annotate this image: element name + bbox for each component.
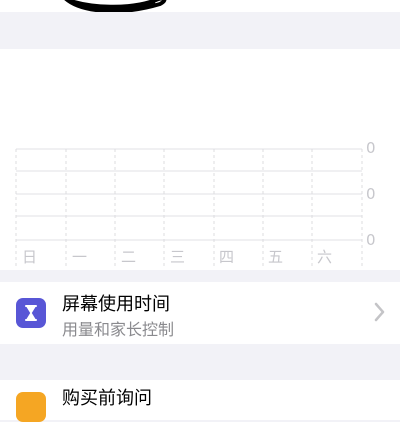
usage-chart-card: 0 0 0 日 一 二 三 四 五 六 <box>0 49 400 270</box>
ask-to-buy-row[interactable]: 购买前询问 <box>0 380 400 422</box>
screen-time-subtitle: 用量和家长控制 <box>62 320 175 339</box>
chart-x-label: 二 <box>121 248 136 266</box>
hourglass-icon <box>16 298 46 328</box>
chart-x-label: 日 <box>22 248 37 266</box>
section-gap <box>0 12 400 49</box>
chart-x-label: 六 <box>317 248 332 266</box>
chart-x-label: 五 <box>268 248 283 266</box>
cart-icon <box>16 392 46 422</box>
ask-to-buy-title: 购买前询问 <box>62 388 152 409</box>
chevron-right-icon <box>374 302 385 322</box>
avatar-scribble <box>64 0 167 12</box>
chart-x-label: 一 <box>72 248 87 266</box>
profile-card <box>0 0 400 12</box>
usage-chart: 0 0 0 日 一 二 三 四 五 六 <box>15 139 376 267</box>
section-gap <box>0 344 400 380</box>
section-gap <box>0 270 400 282</box>
chart-y-label: 0 <box>366 185 376 203</box>
screen-time-row[interactable]: 屏幕使用时间 用量和家长控制 <box>0 282 400 344</box>
chart-y-label: 0 <box>366 139 376 157</box>
chart-x-label: 四 <box>219 248 234 266</box>
chart-y-label: 0 <box>366 231 376 249</box>
chart-x-label: 三 <box>170 248 185 266</box>
screen-time-title: 屏幕使用时间 <box>62 294 170 315</box>
